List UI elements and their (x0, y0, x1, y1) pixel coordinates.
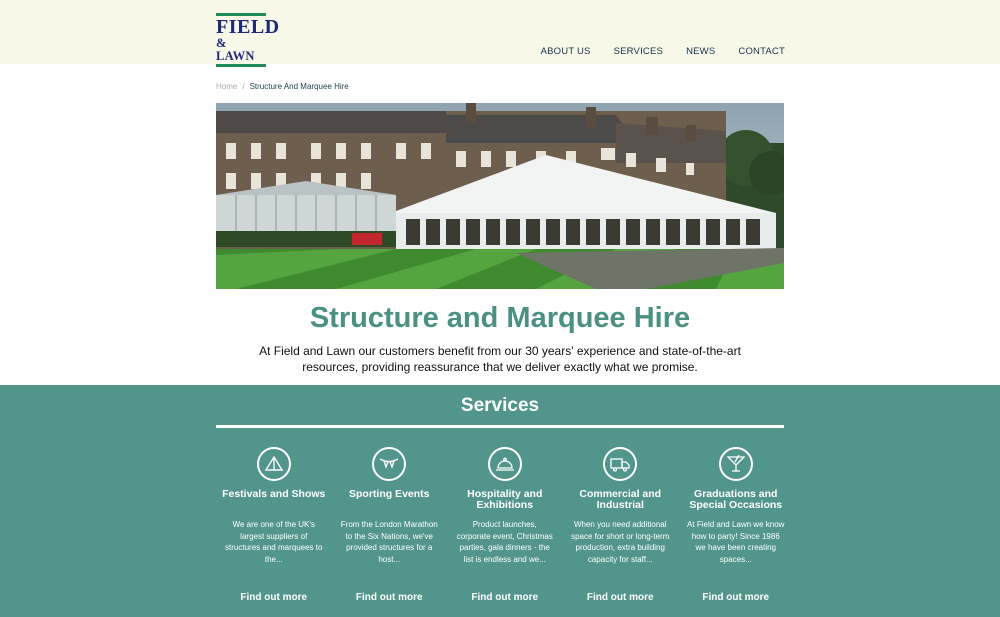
nav-contact[interactable]: CONTACT (738, 46, 785, 57)
intro-text: At Field and Lawn our customers benefit … (259, 344, 741, 374)
find-out-more-link[interactable]: Find out more (332, 592, 448, 603)
cocktail-icon (718, 447, 753, 481)
find-out-more-link[interactable]: Find out more (216, 592, 332, 603)
service-title: Graduations and Special Occasions (689, 488, 783, 511)
find-out-more-link[interactable]: Find out more (563, 592, 679, 603)
service-card-festivals[interactable]: Festivals and Shows We are one of the UK… (216, 447, 332, 617)
tent-icon (256, 447, 291, 481)
service-title: Festivals and Shows (222, 488, 326, 500)
nav-services[interactable]: SERVICES (614, 46, 663, 57)
logo-line-1: FIELD (216, 16, 280, 38)
service-desc: At Field and Lawn we know how to party! … (687, 520, 785, 564)
service-title: Hospitality and Exhibitions (467, 488, 543, 511)
find-out-more-link[interactable]: Find out more (678, 592, 794, 603)
breadcrumb-home[interactable]: Home (216, 82, 237, 91)
truck-icon (603, 447, 638, 481)
main-nav: ABOUT US SERVICES NEWS CONTACT (541, 46, 785, 57)
service-card-hospitality[interactable]: Hospitality and Exhibitions Product laun… (447, 447, 563, 617)
cloche-icon (487, 447, 522, 481)
find-out-more-link[interactable]: Find out more (447, 592, 563, 603)
service-desc: Product launches, corporate event, Chris… (456, 520, 553, 564)
service-desc: When you need additional space for short… (571, 520, 670, 564)
service-desc: We are one of the UK's largest suppliers… (225, 520, 323, 564)
breadcrumb-current: Structure And Marquee Hire (249, 82, 349, 91)
site-header: FIELD & LAWN ABOUT US SERVICES NEWS CONT… (0, 0, 1000, 67)
marquee-photo (216, 103, 784, 289)
services-cards: Festivals and Shows We are one of the UK… (216, 447, 794, 617)
breadcrumb: Home / Structure And Marquee Hire (216, 82, 349, 91)
services-divider (216, 425, 784, 428)
bunting-icon (372, 447, 407, 481)
service-card-sporting[interactable]: Sporting Events From the London Marathon… (332, 447, 448, 617)
logo-bottom-bar (216, 64, 266, 67)
services-section: Services Festivals and Shows We are one … (0, 385, 1000, 617)
service-card-graduations[interactable]: Graduations and Special Occasions At Fie… (678, 447, 794, 617)
service-desc: From the London Marathon to the Six Nati… (340, 520, 438, 564)
nav-about-us[interactable]: ABOUT US (541, 46, 591, 57)
service-card-commercial[interactable]: Commercial and Industrial When you need … (563, 447, 679, 617)
service-title: Commercial and Industrial (579, 488, 662, 511)
hero-image (216, 103, 784, 289)
logo-line-2: & LAWN (216, 36, 255, 63)
nav-news[interactable]: NEWS (686, 46, 715, 57)
services-heading: Services (460, 395, 540, 416)
page-title: Structure and Marquee Hire (309, 302, 691, 334)
field-and-lawn-logo[interactable]: FIELD & LAWN (216, 13, 280, 67)
breadcrumb-separator: / (242, 82, 245, 91)
service-title: Sporting Events (348, 488, 430, 500)
